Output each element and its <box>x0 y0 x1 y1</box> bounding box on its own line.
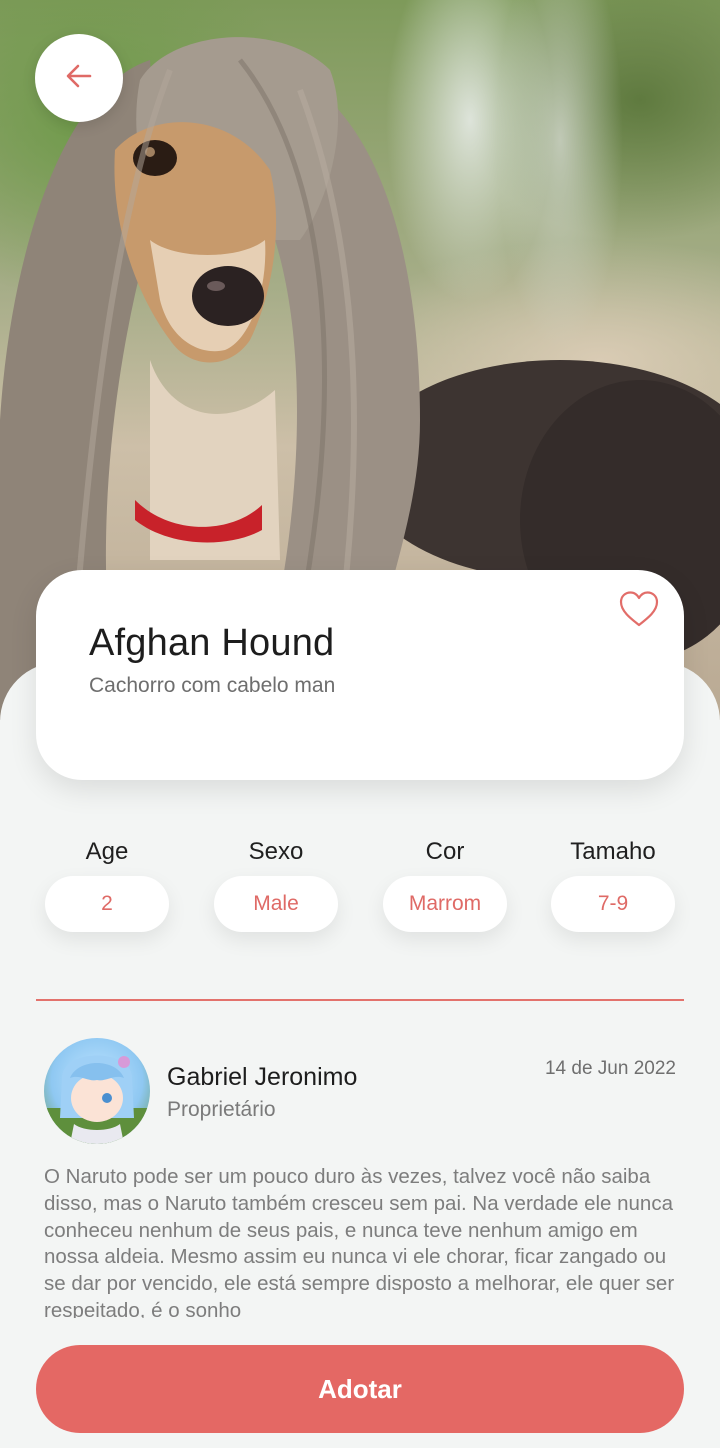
pet-description: Cachorro com cabelo man <box>89 674 336 697</box>
owner-name: Gabriel Jeronimo <box>167 1063 358 1091</box>
attribute-value: 2 <box>45 876 169 932</box>
owner-role: Proprietário <box>167 1098 276 1121</box>
attribute-value: 7-9 <box>551 876 675 932</box>
attribute-label: Cor <box>425 838 465 865</box>
attribute-label: Sexo <box>248 838 304 865</box>
attribute-value: Marrom <box>383 876 507 932</box>
pet-title-card: Afghan Hound Cachorro com cabelo man <box>36 570 684 780</box>
back-button[interactable] <box>35 34 123 122</box>
favorite-button[interactable] <box>614 588 664 634</box>
attribute-size: Tamaho 7-9 <box>551 836 675 932</box>
attribute-age: Age 2 <box>45 836 169 932</box>
attribute-sex: Sexo Male <box>214 836 338 932</box>
pet-name: Afghan Hound <box>89 622 335 664</box>
avatar-illustration <box>44 1055 150 1144</box>
attribute-label: Tamaho <box>570 838 656 865</box>
pet-attributes: Age 2 Sexo Male Cor Marrom Tamaho 7-9 <box>0 836 720 936</box>
attribute-color: Cor Marrom <box>383 836 507 932</box>
attribute-value: Male <box>214 876 338 932</box>
pet-story-text: O Naruto pode ser um pouco duro às vezes… <box>44 1165 675 1318</box>
attribute-label: Age <box>85 838 129 865</box>
post-date: 14 de Jun 2022 <box>544 1058 676 1079</box>
avatar[interactable] <box>44 1038 150 1144</box>
section-divider <box>36 999 684 1001</box>
heart-outline-icon <box>618 590 660 633</box>
arrow-left-icon <box>64 61 94 96</box>
adopt-button[interactable]: Adotar <box>36 1345 684 1433</box>
